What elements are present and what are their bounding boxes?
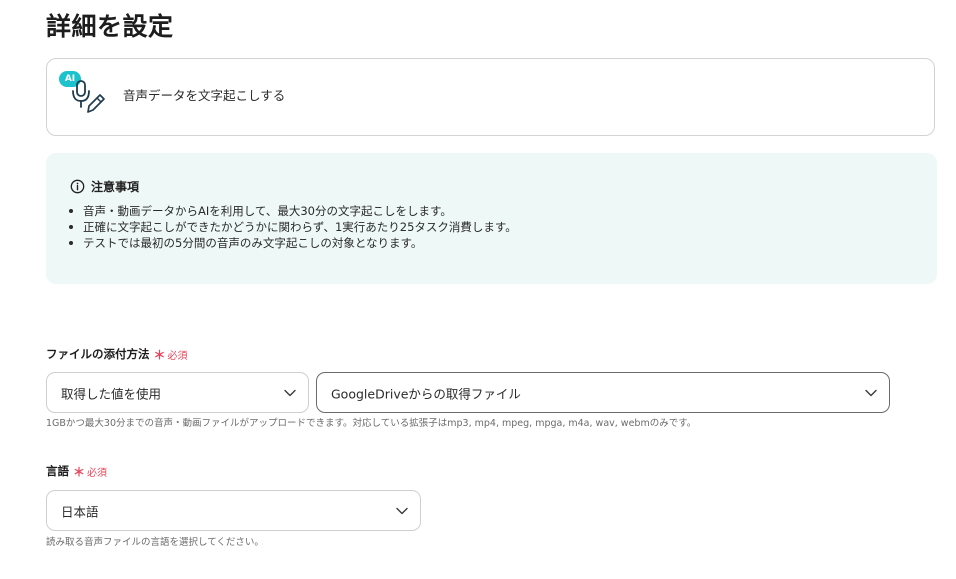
notice-header: 注意事項 <box>70 177 139 195</box>
language-help-text: 読み取る音声ファイルの言語を選択してください。 <box>46 537 264 548</box>
notice-item: 音声・動画データからAIを利用して、最大30分の文字起こしをします。 <box>66 203 517 219</box>
language-label: 言語 <box>46 464 69 478</box>
info-icon <box>70 179 85 193</box>
ai-mic-icon: AI <box>59 70 111 118</box>
file-attach-label: ファイルの添付方法 <box>46 347 150 361</box>
chevron-down-icon <box>865 389 877 396</box>
file-source-select[interactable]: GoogleDriveからの取得ファイル <box>316 372 890 413</box>
language-label-row: 言語 ＊ 必須 <box>46 463 107 479</box>
file-attach-method-value: 取得した値を使用 <box>61 386 162 401</box>
notice-title: 注意事項 <box>91 179 140 194</box>
action-label: 音声データを文字起こしする <box>123 88 286 103</box>
language-value: 日本語 <box>61 504 99 519</box>
notice-item: 正確に文字起こしができたかどうかに関わらず、1実行あたり25タスク消費します。 <box>66 219 517 235</box>
file-attach-method-select[interactable]: 取得した値を使用 <box>46 372 309 413</box>
chevron-down-icon <box>396 507 408 514</box>
file-attach-label-row: ファイルの添付方法 ＊ 必須 <box>46 346 188 362</box>
mic-pen-icon <box>72 80 105 113</box>
action-card[interactable]: AI 音声データを文字起こしする <box>46 58 935 136</box>
page-title: 詳細を設定 <box>46 12 174 41</box>
required-badge: 必須 <box>167 350 188 362</box>
file-source-value: GoogleDriveからの取得ファイル <box>331 386 521 401</box>
notice-list: 音声・動画データからAIを利用して、最大30分の文字起こしをします。 正確に文字… <box>66 203 517 251</box>
language-select[interactable]: 日本語 <box>46 490 421 531</box>
notice-item: テストでは最初の5分間の音声のみ文字起こしの対象となります。 <box>66 235 517 251</box>
required-asterisk: ＊ <box>153 347 166 362</box>
required-badge: 必須 <box>87 467 108 479</box>
file-attach-help-text: 1GBかつ最大30分までの音声・動画ファイルがアップロードできます。対応している… <box>46 418 697 429</box>
notice-box: 注意事項 音声・動画データからAIを利用して、最大30分の文字起こしをします。 … <box>46 153 937 284</box>
chevron-down-icon <box>284 389 296 396</box>
required-asterisk: ＊ <box>73 464 86 479</box>
